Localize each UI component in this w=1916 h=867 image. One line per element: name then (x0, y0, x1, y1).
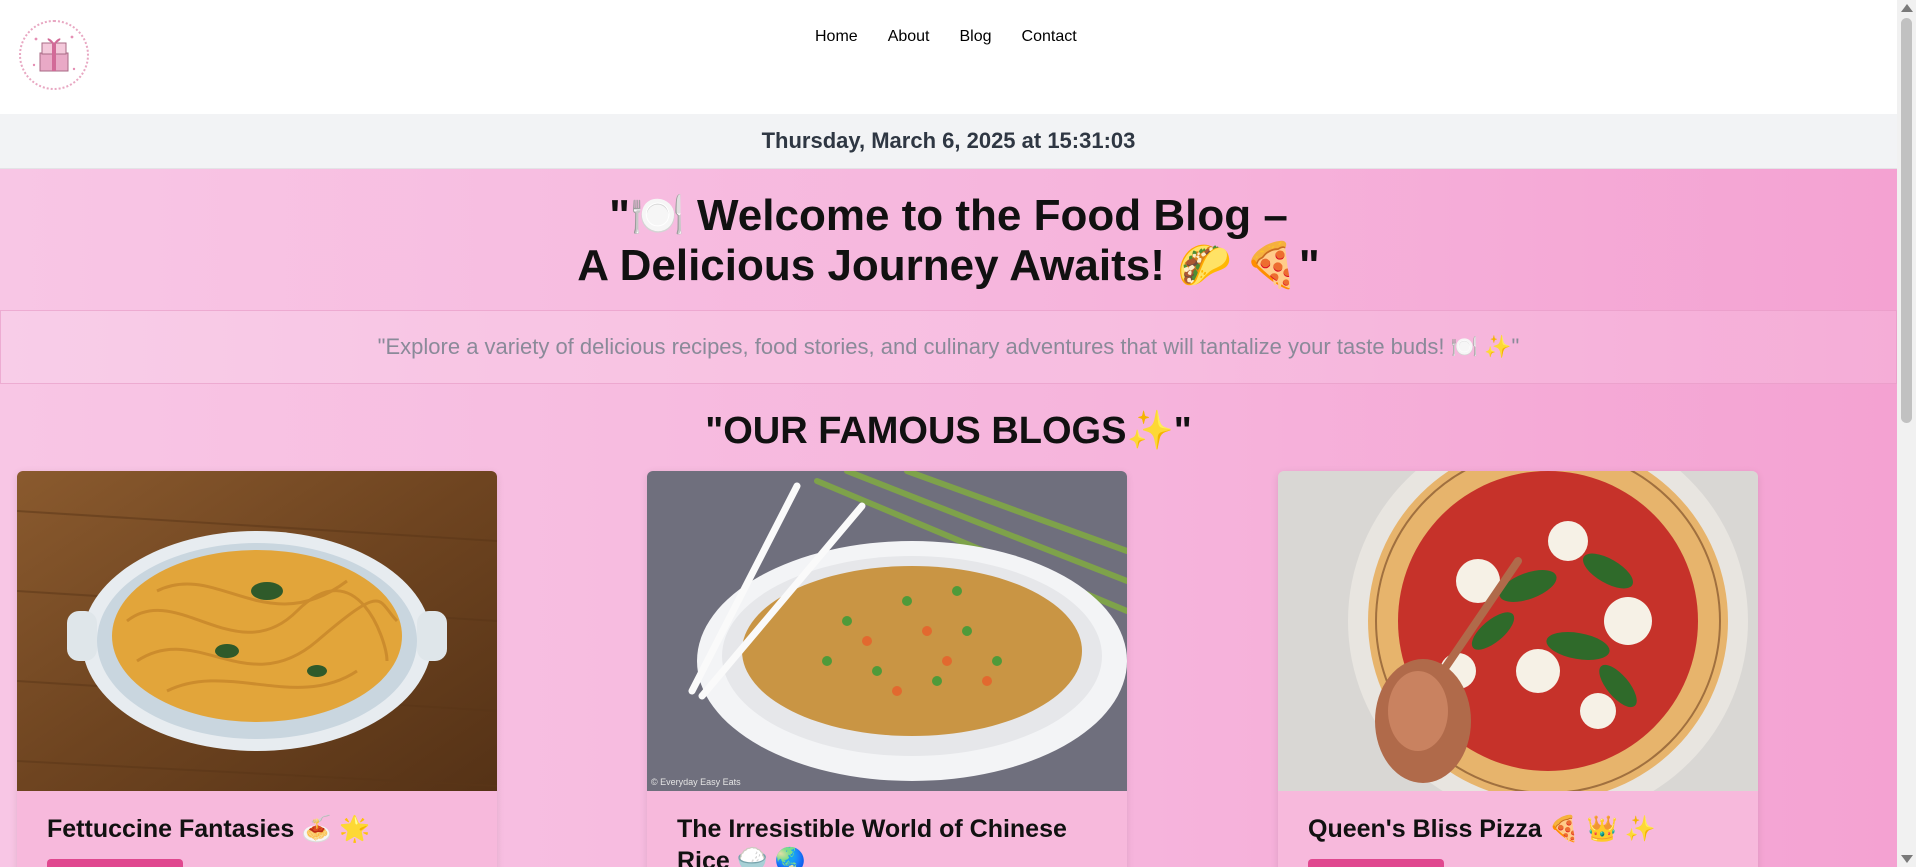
blog-card[interactable]: Queen's Bliss Pizza 🍕 👑 ✨ (1278, 471, 1758, 867)
blog-card-title[interactable]: Fettuccine Fantasies 🍝 🌟 (47, 813, 477, 845)
hero-title: "🍽️ Welcome to the Food Blog – A Delicio… (0, 191, 1897, 291)
scroll-down-arrow-icon[interactable] (1901, 855, 1913, 863)
scrollbar-thumb[interactable] (1901, 18, 1912, 423)
page: Home About Blog Contact Thursday, March … (0, 0, 1897, 867)
nav-contact-link[interactable]: Contact (1022, 28, 1077, 46)
hero-title-line-1: "🍽️ Welcome to the Food Blog – (609, 191, 1288, 240)
blog-card[interactable]: © Everyday Easy Eats The Irresistible Wo… (647, 471, 1127, 867)
read-more-button[interactable] (1308, 859, 1444, 867)
blog-card[interactable]: Fettuccine Fantasies 🍝 🌟 (17, 471, 497, 867)
vertical-scrollbar[interactable] (1897, 0, 1916, 867)
pasta-bowl-image (17, 471, 497, 791)
image-watermark: © Everyday Easy Eats (651, 777, 741, 787)
fried-rice-bowl-image: © Everyday Easy Eats (647, 471, 1127, 791)
main-nav: Home About Blog Contact (815, 28, 1077, 46)
blog-card-title[interactable]: Queen's Bliss Pizza 🍕 👑 ✨ (1308, 813, 1738, 845)
read-more-button[interactable] (47, 859, 183, 867)
intro-banner: "Explore a variety of delicious recipes,… (0, 310, 1897, 384)
section-title: "OUR FAMOUS BLOGS✨" (705, 410, 1192, 452)
nav-home-link[interactable]: Home (815, 28, 858, 46)
margherita-pizza-image (1278, 471, 1758, 791)
nav-about-link[interactable]: About (888, 28, 930, 46)
hero-title-line-2: A Delicious Journey Awaits! 🌮 🍕" (577, 241, 1320, 290)
intro-text: "Explore a variety of delicious recipes,… (377, 334, 1520, 359)
site-header: Home About Blog Contact (0, 0, 1897, 114)
date-time-bar: Thursday, March 6, 2025 at 15:31:03 (0, 114, 1897, 169)
blog-card-title[interactable]: The Irresistible World of Chinese Rice 🍚… (677, 813, 1107, 867)
main-content: "🍽️ Welcome to the Food Blog – A Delicio… (0, 169, 1897, 867)
current-datetime: Thursday, March 6, 2025 at 15:31:03 (761, 128, 1136, 153)
logo[interactable] (19, 20, 89, 90)
gift-cake-icon (32, 35, 76, 72)
nav-blog-link[interactable]: Blog (960, 28, 992, 46)
scroll-up-arrow-icon[interactable] (1901, 4, 1913, 12)
